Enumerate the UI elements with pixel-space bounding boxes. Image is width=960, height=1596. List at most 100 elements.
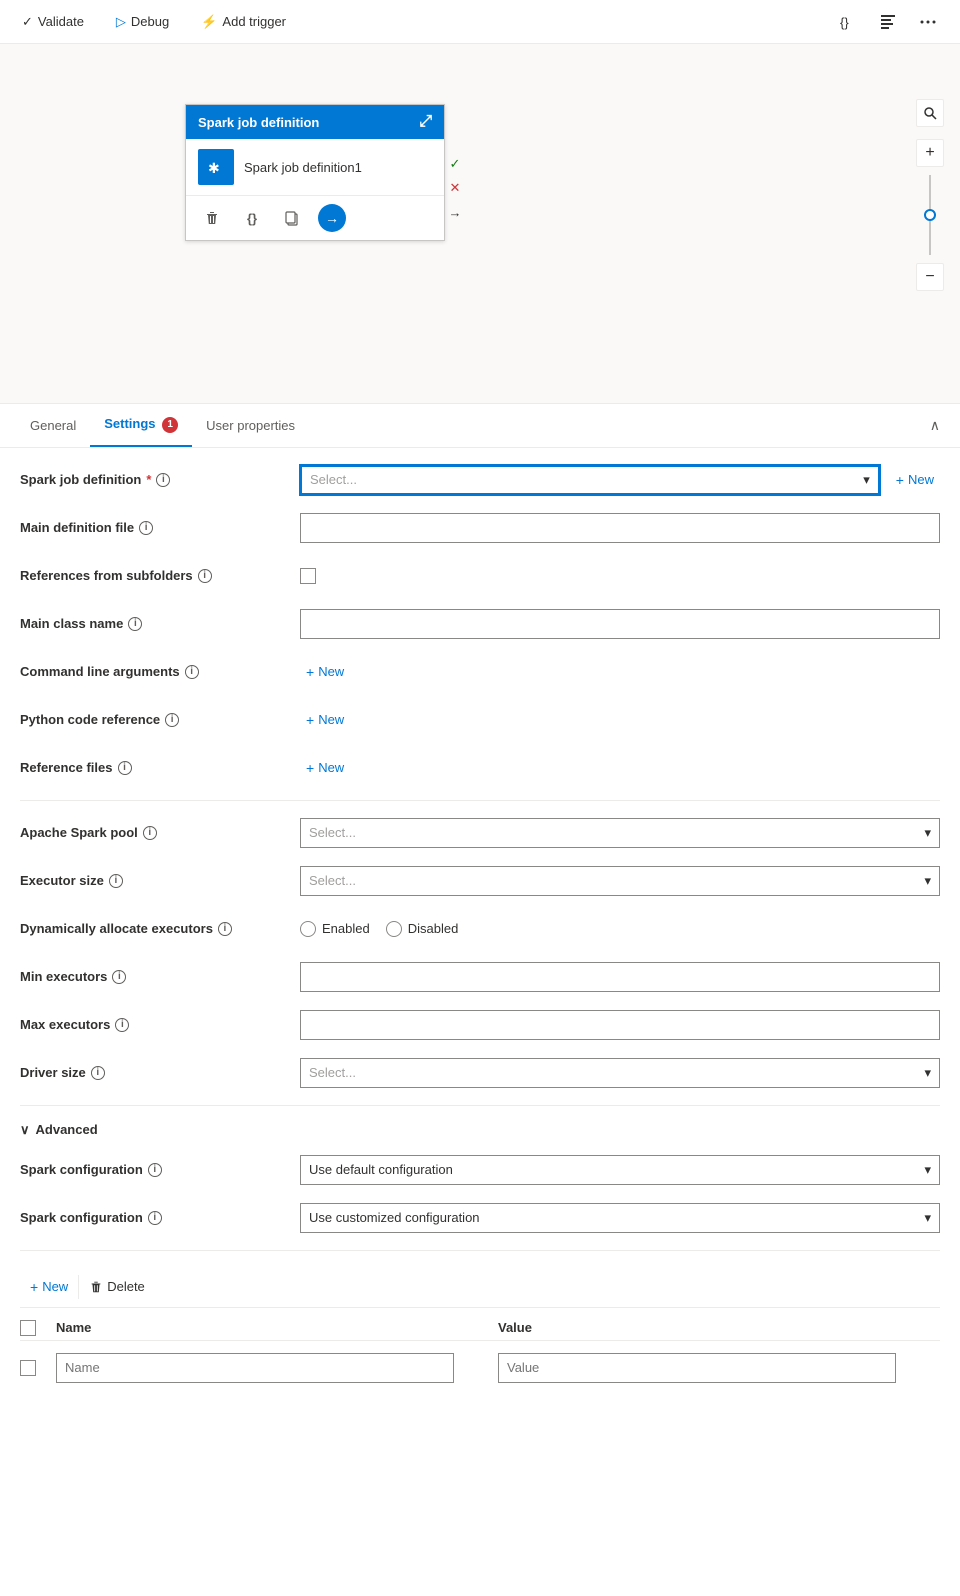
svg-text:✱: ✱	[208, 160, 220, 176]
table-delete-button[interactable]: Delete	[79, 1275, 155, 1298]
chevron-down-icon: ▾	[863, 472, 870, 488]
tab-settings[interactable]: Settings 1	[90, 404, 192, 447]
code-node-button[interactable]: {}	[238, 204, 266, 232]
col-name-header: Name	[56, 1320, 498, 1335]
apache-spark-pool-row: Apache Spark pool i Select... ▾	[20, 817, 940, 849]
cmd-args-new-button[interactable]: + New	[300, 660, 940, 684]
disabled-radio-circle	[386, 921, 402, 937]
spark-job-def-info-icon[interactable]: i	[156, 473, 170, 487]
tab-general[interactable]: General	[16, 406, 90, 445]
divider-3	[20, 1250, 940, 1251]
python-code-new-button[interactable]: + New	[300, 708, 940, 732]
row-name-input[interactable]	[56, 1353, 454, 1383]
main-class-name-info-icon[interactable]: i	[128, 617, 142, 631]
canvas-search-button[interactable]	[916, 99, 944, 127]
zoom-slider[interactable]	[929, 175, 931, 255]
dynamic-alloc-control: Enabled Disabled	[300, 921, 940, 937]
cmd-args-label: Command line arguments i	[20, 664, 300, 679]
validate-button[interactable]: ✓ Validate	[16, 10, 90, 34]
code-view-button[interactable]: {}	[832, 6, 864, 38]
min-executors-control	[300, 962, 940, 992]
collapse-panel-button[interactable]: ∧	[926, 413, 944, 438]
apache-spark-pool-select[interactable]: Select... ▾	[300, 818, 940, 848]
max-executors-control	[300, 1010, 940, 1040]
cmd-args-control: + New	[300, 660, 940, 684]
spark-config1-control: Use default configuration ▾	[300, 1155, 940, 1185]
min-executors-input[interactable]	[300, 962, 940, 992]
zoom-out-button[interactable]: −	[916, 263, 944, 291]
add-trigger-button[interactable]: ⚡ Add trigger	[195, 10, 292, 34]
max-executors-row: Max executors i	[20, 1009, 940, 1041]
toolbar-right: {}	[832, 6, 944, 38]
main-def-file-label: Main definition file i	[20, 520, 300, 535]
debug-button[interactable]: ▷ Debug	[110, 10, 175, 34]
advanced-section-header[interactable]: ∨ Advanced	[20, 1122, 940, 1138]
row-value-input[interactable]	[498, 1353, 896, 1383]
cmd-args-info-icon[interactable]: i	[185, 665, 199, 679]
min-executors-info-icon[interactable]: i	[112, 970, 126, 984]
python-code-info-icon[interactable]: i	[165, 713, 179, 727]
refs-subfolders-checkbox[interactable]	[300, 568, 316, 584]
ref-files-label: Reference files i	[20, 760, 300, 775]
max-executors-input[interactable]	[300, 1010, 940, 1040]
table-row	[20, 1349, 940, 1387]
python-code-label: Python code reference i	[20, 712, 300, 727]
tab-user-properties[interactable]: User properties	[192, 406, 309, 445]
driver-size-label: Driver size i	[20, 1065, 300, 1080]
enabled-radio[interactable]: Enabled	[300, 921, 370, 937]
dynamic-alloc-info-icon[interactable]: i	[218, 922, 232, 936]
run-node-button[interactable]: →	[318, 204, 346, 232]
apache-spark-pool-info-icon[interactable]: i	[143, 826, 157, 840]
spark-config1-select[interactable]: Use default configuration ▾	[300, 1155, 940, 1185]
spark-job-def-label: Spark job definition * i	[20, 472, 300, 487]
spark-job-def-select[interactable]: Select... ▾	[300, 465, 880, 495]
spark-job-def-new-button[interactable]: + New	[890, 468, 940, 492]
delete-node-button[interactable]	[198, 204, 226, 232]
max-executors-info-icon[interactable]: i	[115, 1018, 129, 1032]
chevron-down-advanced-icon: ∨	[20, 1122, 30, 1138]
ref-files-new-button[interactable]: + New	[300, 756, 940, 780]
refs-subfolders-info-icon[interactable]: i	[198, 569, 212, 583]
table-toolbar: + New Delete	[20, 1267, 940, 1308]
main-class-name-input[interactable]	[300, 609, 940, 639]
node-body: ✱ Spark job definition1	[186, 139, 444, 195]
disabled-radio[interactable]: Disabled	[386, 921, 459, 937]
main-class-name-row: Main class name i	[20, 608, 940, 640]
properties-button[interactable]	[872, 6, 904, 38]
main-def-file-info-icon[interactable]: i	[139, 521, 153, 535]
node-actions: {} →	[186, 195, 444, 240]
node-expand-icon: ⤢	[419, 113, 432, 131]
plus-icon-python: +	[306, 712, 314, 728]
spark-config2-info-icon[interactable]: i	[148, 1211, 162, 1225]
cmd-args-row: Command line arguments i + New	[20, 656, 940, 688]
chevron-down-icon-exec: ▾	[924, 873, 931, 889]
executor-size-select[interactable]: Select... ▾	[300, 866, 940, 896]
min-executors-row: Min executors i	[20, 961, 940, 993]
spark-config1-info-icon[interactable]: i	[148, 1163, 162, 1177]
copy-node-button[interactable]	[278, 204, 306, 232]
spark-config2-select[interactable]: Use customized configuration ▾	[300, 1203, 940, 1233]
node-header: Spark job definition ⤢	[186, 105, 444, 139]
chevron-down-icon-config1: ▾	[924, 1162, 931, 1178]
table-check-col	[20, 1320, 56, 1336]
refs-subfolders-label: References from subfolders i	[20, 568, 300, 583]
main-def-file-input[interactable]	[300, 513, 940, 543]
driver-size-row: Driver size i Select... ▾	[20, 1057, 940, 1089]
table-select-all-checkbox[interactable]	[20, 1320, 36, 1336]
driver-size-info-icon[interactable]: i	[91, 1066, 105, 1080]
ref-files-info-icon[interactable]: i	[118, 761, 132, 775]
zoom-handle[interactable]	[924, 209, 936, 221]
node-status-icons: ✓ ✕ →	[445, 154, 465, 222]
driver-size-select[interactable]: Select... ▾	[300, 1058, 940, 1088]
row-checkbox[interactable]	[20, 1360, 36, 1376]
refs-subfolders-row: References from subfolders i	[20, 560, 940, 592]
executor-size-info-icon[interactable]: i	[109, 874, 123, 888]
zoom-controls: + −	[916, 99, 944, 291]
settings-panel: Spark job definition * i Select... ▾ + N…	[0, 448, 960, 1403]
ref-files-row: Reference files i + New	[20, 752, 940, 784]
spark-job-node[interactable]: Spark job definition ⤢ ✱ Spark job defin…	[185, 104, 445, 241]
more-options-button[interactable]	[912, 6, 944, 38]
table-new-button[interactable]: + New	[20, 1275, 79, 1299]
apache-spark-pool-control: Select... ▾	[300, 818, 940, 848]
zoom-in-button[interactable]: +	[916, 139, 944, 167]
